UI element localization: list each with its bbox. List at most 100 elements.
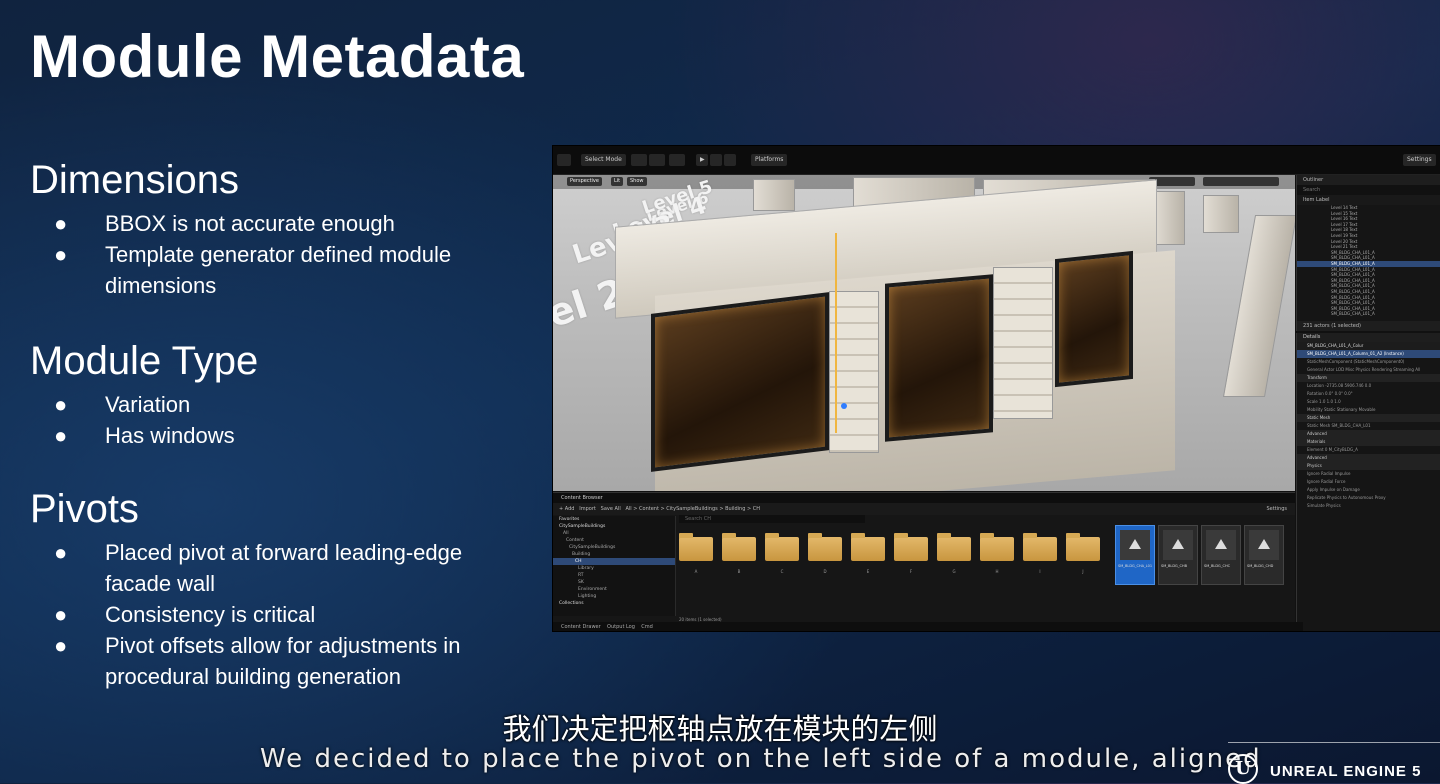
folder-icon[interactable] (937, 533, 971, 561)
tree-item[interactable]: Environment (553, 586, 675, 593)
details-section[interactable]: Advanced (1297, 430, 1440, 438)
details-section[interactable]: Advanced (1297, 454, 1440, 462)
folder-icon[interactable] (851, 533, 885, 561)
folder-label: F (909, 569, 913, 574)
slide-title: Module Metadata (30, 23, 525, 90)
platforms-dropdown[interactable]: Platforms (751, 154, 788, 166)
static-mesh-asset[interactable]: SM_BLDG_CHC (1201, 525, 1241, 585)
details-tabs: General Actor LOD Misc Physics Rendering… (1307, 367, 1421, 372)
project-header[interactable]: CitySampleBuildings (553, 523, 675, 530)
folder-tree: Favorites CitySampleBuildings All Content… (553, 516, 676, 616)
static-mesh-icon (1249, 530, 1279, 560)
folder-icon[interactable] (1023, 533, 1057, 561)
stop-icon[interactable] (724, 154, 736, 166)
folder-icon[interactable] (1066, 533, 1100, 561)
outliner-search[interactable]: Search (1297, 185, 1440, 195)
details-property[interactable]: Scale 1.0 1.0 1.0 (1297, 398, 1440, 406)
details-property[interactable]: Static Mesh SM_BLDG_CHA_L01 (1297, 422, 1440, 430)
background-building (1153, 191, 1185, 245)
details-property[interactable]: Location -2735.08 5906.746 0.0 (1297, 382, 1440, 390)
details-property[interactable]: Apply Impulse on Damage (1297, 486, 1440, 494)
folder-icon[interactable] (765, 533, 799, 561)
tree-item[interactable]: CH (553, 558, 675, 565)
details-instance[interactable]: SM_BLDG_CHA_L01_A_Column_01_A2 (Instance… (1297, 350, 1440, 358)
level-viewport[interactable]: Perspective Lit Show Level 6 Level 5 Lev… (553, 175, 1295, 491)
save-all-button[interactable]: Save All (601, 506, 621, 512)
tree-item[interactable]: Content (553, 537, 675, 544)
pivot-gizmo[interactable] (841, 403, 847, 409)
static-mesh-asset[interactable]: SM_BLDG_CHB (1158, 525, 1198, 585)
folder-label: I (1039, 569, 1041, 574)
bullet-dot: ● (54, 633, 68, 658)
background-building (1222, 215, 1295, 397)
details-actor-name[interactable]: SM_BLDG_CHA_L01_A_Colur (1297, 342, 1440, 350)
settings-button[interactable]: Settings (1266, 503, 1287, 515)
add-button[interactable]: + Add (559, 506, 574, 512)
asset-search-input[interactable]: Search CH (679, 515, 865, 523)
subtitle-english: We decided to place the pivot on the lef… (260, 744, 1262, 774)
add-actor-icon[interactable] (631, 154, 647, 166)
details-property[interactable]: Ignore Radial Force (1297, 478, 1440, 486)
static-mesh-asset[interactable]: SM_BLDG_CHA_L01 (1115, 525, 1155, 585)
folder-icon[interactable] (722, 533, 756, 561)
folder-label: H (995, 569, 999, 574)
tree-item[interactable]: Lighting (553, 593, 675, 600)
save-icon[interactable] (557, 154, 571, 166)
details-section[interactable]: Physics (1297, 462, 1440, 470)
tree-item[interactable]: RT (553, 572, 675, 579)
settings-button[interactable]: Settings (1403, 154, 1436, 166)
tab-content-browser[interactable]: Content Browser (553, 493, 1295, 503)
bullet-item: ● Placed pivot at forward leading-edge fa… (30, 537, 525, 599)
editor-screenshot: Select Mode ▶ Platforms Settings Perspec… (552, 145, 1440, 632)
tree-item[interactable]: SK (553, 579, 675, 586)
bullet-dot: ● (54, 423, 68, 448)
details-component[interactable]: StaticMeshComponent (StaticMeshComponent… (1297, 358, 1440, 366)
status-bar: Content Drawer Output Log Cmd (553, 622, 1303, 631)
show-button[interactable]: Show (627, 177, 647, 186)
output-log-button[interactable]: Output Log (607, 624, 635, 630)
details-properties: Transform Location -2735.08 5906.746 0.0 R… (1297, 374, 1440, 510)
selection-outline (835, 233, 837, 433)
tree-item[interactable]: CitySampleBuildings (553, 544, 675, 551)
lit-button[interactable]: Lit (611, 177, 624, 186)
tree-item[interactable]: Library (553, 565, 675, 572)
static-mesh-icon (1206, 530, 1236, 560)
details-property[interactable]: Ignore Radial Impulse (1297, 470, 1440, 478)
pause-icon[interactable] (710, 154, 722, 166)
import-button[interactable]: Import (579, 506, 596, 512)
folder-label: G (952, 569, 956, 574)
cmd-input[interactable]: Cmd (641, 624, 653, 630)
bullet-text: Pivot offsets allow for adjustments in p… (105, 633, 461, 689)
favorites-header[interactable]: Favorites (553, 516, 675, 523)
folder-icon[interactable] (980, 533, 1014, 561)
details-property[interactable]: Mobility Static Stationary Movable (1297, 406, 1440, 414)
details-panel: Details SM_BLDG_CHA_L01_A_Colur SM_BLDG_… (1296, 333, 1440, 631)
details-property[interactable]: Element 0 M_CityBLDG_A (1297, 446, 1440, 454)
folder-icon[interactable] (679, 533, 713, 561)
static-mesh-icon (1120, 530, 1150, 560)
details-section[interactable]: Materials (1297, 438, 1440, 446)
details-section[interactable]: Static Mesh (1297, 414, 1440, 422)
details-section[interactable]: Transform (1297, 374, 1440, 382)
play-icon[interactable]: ▶ (696, 154, 708, 166)
tree-item[interactable]: Building (553, 551, 675, 558)
folder-label: D (823, 569, 827, 574)
snap-settings[interactable] (1203, 177, 1279, 186)
select-mode-dropdown[interactable]: Select Mode (581, 154, 626, 166)
perspective-button[interactable]: Perspective (567, 177, 602, 186)
details-property[interactable]: Replicate Physics to Autonomous Proxy (1297, 494, 1440, 502)
background-building (1203, 195, 1239, 233)
bullet-item: ● Consistency is critical (30, 599, 525, 630)
outliner-list: Level 14 Text Level 15 Text Level 16 Text L… (1297, 205, 1440, 317)
content-drawer-button[interactable]: Content Drawer (561, 624, 601, 630)
cinematics-icon[interactable] (669, 154, 685, 166)
outliner-row[interactable]: SM_BLDG_CHA_L01_A (1297, 311, 1440, 317)
blueprint-icon[interactable] (649, 154, 665, 166)
folder-icon[interactable] (894, 533, 928, 561)
details-property[interactable]: Simulate Physics (1297, 502, 1440, 510)
collections-header[interactable]: Collections (553, 600, 675, 607)
static-mesh-asset[interactable]: SM_BLDG_CHD (1244, 525, 1284, 585)
folder-icon[interactable] (808, 533, 842, 561)
tree-item[interactable]: All (553, 530, 675, 537)
details-property[interactable]: Rotation 0.0° 0.0° 0.0° (1297, 390, 1440, 398)
